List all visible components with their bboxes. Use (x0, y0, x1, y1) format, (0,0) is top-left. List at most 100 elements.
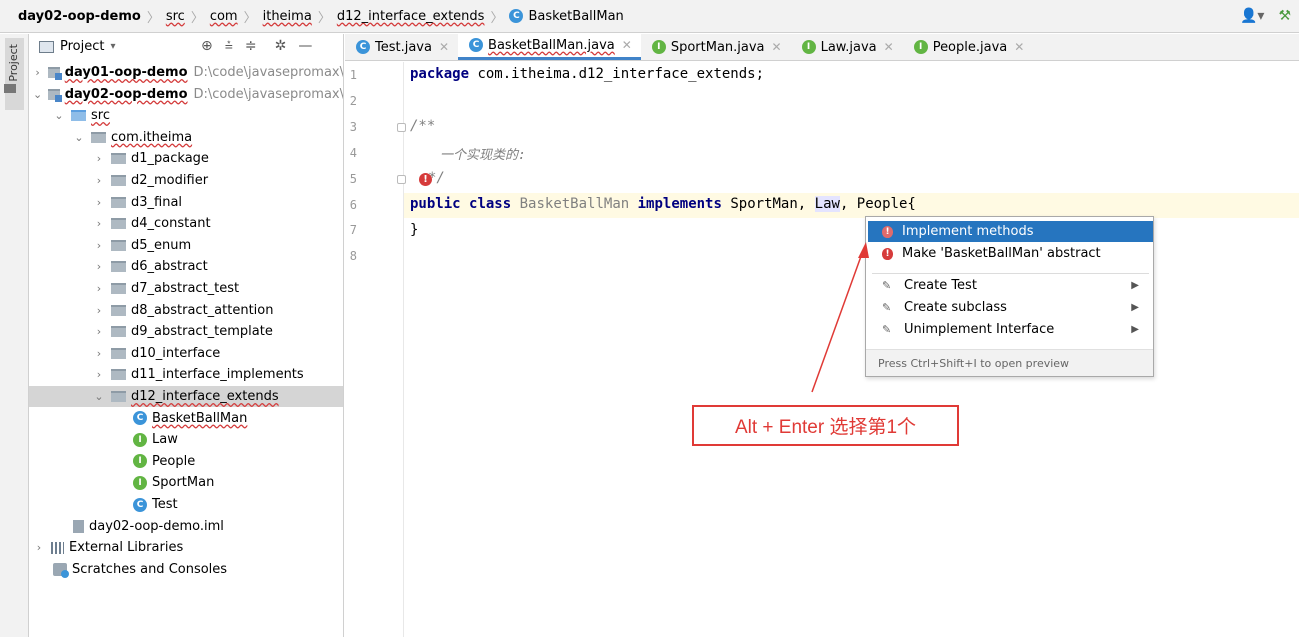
breadcrumb-src[interactable]: src (166, 9, 185, 24)
breadcrumb-com[interactable]: com (210, 9, 238, 24)
tree-item[interactable]: C Test (29, 494, 343, 515)
tree-item[interactable]: ⌄ d12_interface_extends (29, 386, 343, 407)
folder-icon[interactable] (4, 84, 16, 93)
chevron-right-icon[interactable]: › (93, 325, 105, 338)
chevron-right-icon[interactable]: › (33, 541, 45, 554)
collapse-all-icon[interactable]: ⩮ (225, 38, 233, 54)
chevron-right-icon[interactable]: › (93, 282, 105, 295)
chevron-right-icon[interactable]: › (93, 217, 105, 230)
class-icon: C (356, 40, 370, 54)
chevron-right-icon[interactable]: › (93, 347, 105, 360)
popup-item[interactable]: ✎ Create Test ▶ (868, 275, 1153, 296)
tree-item-label: Law (152, 432, 178, 448)
code-line-6[interactable]: public class BasketBallMan implements Sp… (410, 196, 916, 212)
tree-item[interactable]: ⌄ src (29, 105, 343, 126)
chevron-right-icon[interactable]: › (93, 239, 105, 252)
popup-item[interactable]: ✎ Unimplement Interface ▶ (868, 319, 1153, 340)
editor-tab[interactable]: C BasketBallMan.java ✕ (458, 33, 641, 60)
chevron-down-icon[interactable]: ⌄ (73, 131, 85, 144)
tree-item-label: day01-oop-demo (64, 65, 188, 80)
close-icon[interactable]: ✕ (1014, 40, 1024, 54)
popup-item[interactable]: ! Implement methods (868, 221, 1153, 242)
identifier-people: People (856, 196, 908, 212)
close-icon[interactable]: ✕ (622, 38, 632, 52)
breadcrumb-class[interactable]: BasketBallMan (528, 9, 623, 24)
popup-item[interactable]: ✎ Create subclass ▶ (868, 297, 1153, 318)
project-panel-header: Project ▾ ⊕ ⩮ ≑ ✲ — (29, 34, 343, 59)
tree-item[interactable]: Scratches and Consoles (29, 559, 343, 580)
tree-item[interactable]: › External Libraries (29, 537, 343, 558)
tree-item[interactable]: › d8_abstract_attention (29, 300, 343, 321)
breadcrumb-separator: 〉 (146, 10, 160, 26)
tree-item[interactable]: › d4_constant (29, 213, 343, 234)
tree-item[interactable]: › d11_interface_implements (29, 364, 343, 385)
fold-close-icon[interactable] (397, 175, 406, 184)
tool-window-stripe: Project (0, 34, 29, 637)
code-line-1[interactable]: package com.itheima.d12_interface_extend… (410, 66, 764, 82)
chevron-right-icon[interactable]: › (93, 174, 105, 187)
gear-icon[interactable]: ✲ (275, 38, 287, 54)
project-tool-tab[interactable]: Project (5, 38, 24, 110)
chevron-right-icon[interactable]: › (93, 260, 105, 273)
package-folder-icon (111, 304, 126, 316)
tree-item[interactable]: › d1_package (29, 148, 343, 169)
user-menu-icon[interactable]: 👤▾ (1240, 8, 1264, 24)
code-line-7[interactable]: } (410, 222, 418, 238)
module-folder-icon (48, 67, 62, 80)
tree-item-label: day02-oop-demo.iml (89, 518, 224, 534)
tree-item[interactable]: › d2_modifier (29, 170, 343, 191)
hammer-icon[interactable]: ⚒ (1278, 8, 1291, 24)
popup-item[interactable]: ! Make 'BasketBallMan' abstract (868, 243, 1153, 264)
breadcrumb-itheima[interactable]: itheima (263, 9, 312, 24)
tree-item[interactable]: › d6_abstract (29, 256, 343, 277)
close-icon[interactable]: ✕ (772, 40, 782, 54)
tree-item[interactable]: I SportMan (29, 472, 343, 493)
close-icon[interactable]: ✕ (884, 40, 894, 54)
code-text: SportMan, (721, 196, 815, 212)
tree-item-label: d5_enum (131, 237, 192, 253)
tree-item-label: d12_interface_extends (131, 389, 279, 404)
chevron-down-icon[interactable]: ▾ (110, 41, 115, 52)
fold-open-icon[interactable] (397, 123, 406, 132)
chevron-right-icon[interactable]: › (93, 196, 105, 209)
code-line-3[interactable]: /** (410, 118, 435, 134)
editor-tab[interactable]: C Test.java ✕ (345, 34, 458, 60)
chevron-down-icon[interactable]: ⌄ (33, 88, 42, 101)
tree-item[interactable]: C BasketBallMan (29, 408, 343, 429)
popup-item-label: Implement methods (902, 224, 1034, 239)
expand-all-icon[interactable]: ≑ (245, 38, 257, 54)
tree-item-label: d4_constant (131, 216, 211, 232)
editor-tab[interactable]: I SportMan.java ✕ (641, 34, 791, 60)
chevron-down-icon[interactable]: ⌄ (53, 109, 65, 122)
chevron-right-icon[interactable]: › (33, 66, 42, 79)
target-icon[interactable]: ⊕ (201, 38, 213, 54)
tree-item[interactable]: › d10_interface (29, 343, 343, 364)
editor-tab[interactable]: I People.java ✕ (903, 34, 1034, 60)
submenu-arrow-icon: ▶ (1131, 324, 1139, 335)
editor-tab[interactable]: I Law.java ✕ (791, 34, 903, 60)
tree-item-label: d9_abstract_template (131, 324, 273, 340)
popup-item-label: Make 'BasketBallMan' abstract (902, 246, 1101, 261)
tree-item[interactable]: I Law (29, 429, 343, 450)
tree-item[interactable]: › d3_final (29, 192, 343, 213)
tree-item[interactable]: › day01-oop-demo D:\code\javasepromax\ (29, 62, 343, 83)
tree-item[interactable]: › d7_abstract_test (29, 278, 343, 299)
tree-item[interactable]: › d9_abstract_template (29, 321, 343, 342)
code-line-4[interactable]: 一个实现类的: (440, 144, 526, 163)
breadcrumb-package[interactable]: d12_interface_extends (337, 9, 485, 24)
tree-item[interactable]: I People (29, 451, 343, 472)
chevron-down-icon[interactable]: ⌄ (93, 390, 105, 403)
project-view-selector[interactable]: Project (60, 39, 104, 54)
hide-icon[interactable]: — (298, 38, 312, 54)
chevron-right-icon[interactable]: › (93, 368, 105, 381)
chevron-right-icon[interactable]: › (93, 152, 105, 165)
error-bulb-icon[interactable]: ! (419, 173, 432, 186)
tree-item[interactable]: day02-oop-demo.iml (29, 516, 343, 537)
close-icon[interactable]: ✕ (439, 40, 449, 54)
breadcrumb-project[interactable]: day02-oop-demo (18, 9, 141, 24)
tree-item[interactable]: ⌄ com.itheima (29, 127, 343, 148)
chevron-right-icon[interactable]: › (93, 304, 105, 317)
identifier-law: Law (814, 196, 840, 212)
tree-item[interactable]: › d5_enum (29, 235, 343, 256)
tree-item[interactable]: ⌄ day02-oop-demo D:\code\javasepromax\ (29, 84, 343, 105)
